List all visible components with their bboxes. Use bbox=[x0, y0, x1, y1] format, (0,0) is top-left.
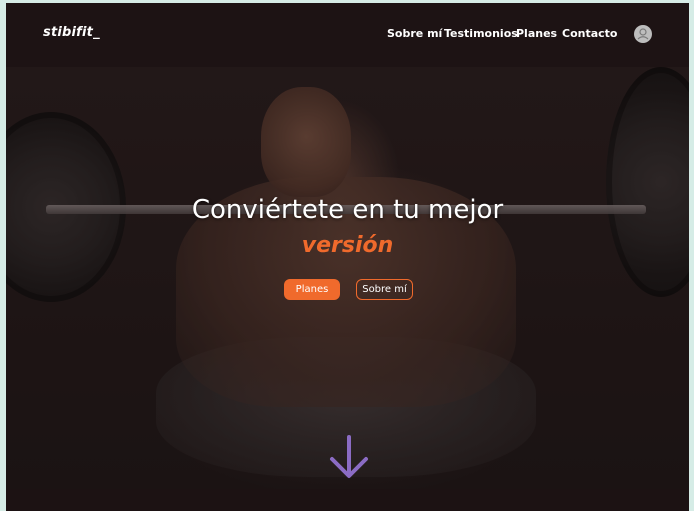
nav-link-contacto[interactable]: Contacto bbox=[562, 27, 617, 40]
user-icon bbox=[637, 28, 649, 40]
planes-button[interactable]: Planes bbox=[284, 279, 340, 300]
nav-link-sobre-mi[interactable]: Sobre mí bbox=[387, 27, 442, 40]
nav-link-planes[interactable]: Planes bbox=[516, 27, 557, 40]
arrow-down-icon bbox=[330, 435, 368, 478]
footer-band bbox=[6, 489, 689, 511]
sobre-mi-button[interactable]: Sobre mí bbox=[356, 279, 413, 300]
scroll-down-button[interactable] bbox=[328, 435, 370, 479]
hero-overlay bbox=[6, 67, 689, 489]
hero-headline: Conviértete en tu mejor bbox=[191, 195, 504, 225]
page-frame: stibifit_ Sobre mí Testimonios Planes Co… bbox=[6, 3, 689, 511]
navbar: stibifit_ Sobre mí Testimonios Planes Co… bbox=[6, 3, 689, 67]
brand-logo[interactable]: stibifit_ bbox=[43, 25, 100, 40]
nav-link-testimonios[interactable]: Testimonios bbox=[444, 27, 518, 40]
hero-highlight: versión bbox=[301, 233, 394, 258]
hero-section: Conviértete en tu mejor versión Planes S… bbox=[6, 67, 689, 489]
user-avatar[interactable] bbox=[634, 25, 652, 43]
